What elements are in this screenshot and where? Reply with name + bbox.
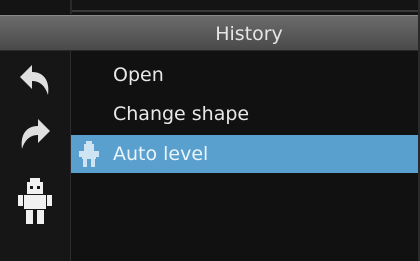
redo-arrow-icon: [21, 119, 50, 149]
panel-header: History: [0, 15, 418, 51]
history-item-label: Change shape: [113, 103, 250, 125]
undo-arrow-icon: [20, 65, 49, 95]
history-item-label: Auto level: [113, 143, 209, 165]
history-item-auto-level[interactable]: Auto level: [71, 135, 418, 173]
top-rule: [72, 10, 418, 12]
robot-button[interactable]: [12, 178, 58, 225]
history-list: Open Change shape Auto level: [71, 51, 418, 261]
history-item-open[interactable]: Open: [71, 56, 418, 94]
redo-button[interactable]: [12, 113, 58, 159]
history-item-label: Open: [113, 64, 164, 86]
robot-icon: [79, 141, 99, 167]
history-panel: History Open Change shape Auto level: [0, 0, 420, 261]
history-item-change-shape[interactable]: Change shape: [71, 95, 418, 133]
history-toolbar: [0, 51, 71, 261]
panel-title: History: [215, 23, 283, 45]
top-strip: [0, 0, 420, 14]
robot-icon: [18, 178, 52, 224]
undo-button[interactable]: [12, 59, 58, 105]
